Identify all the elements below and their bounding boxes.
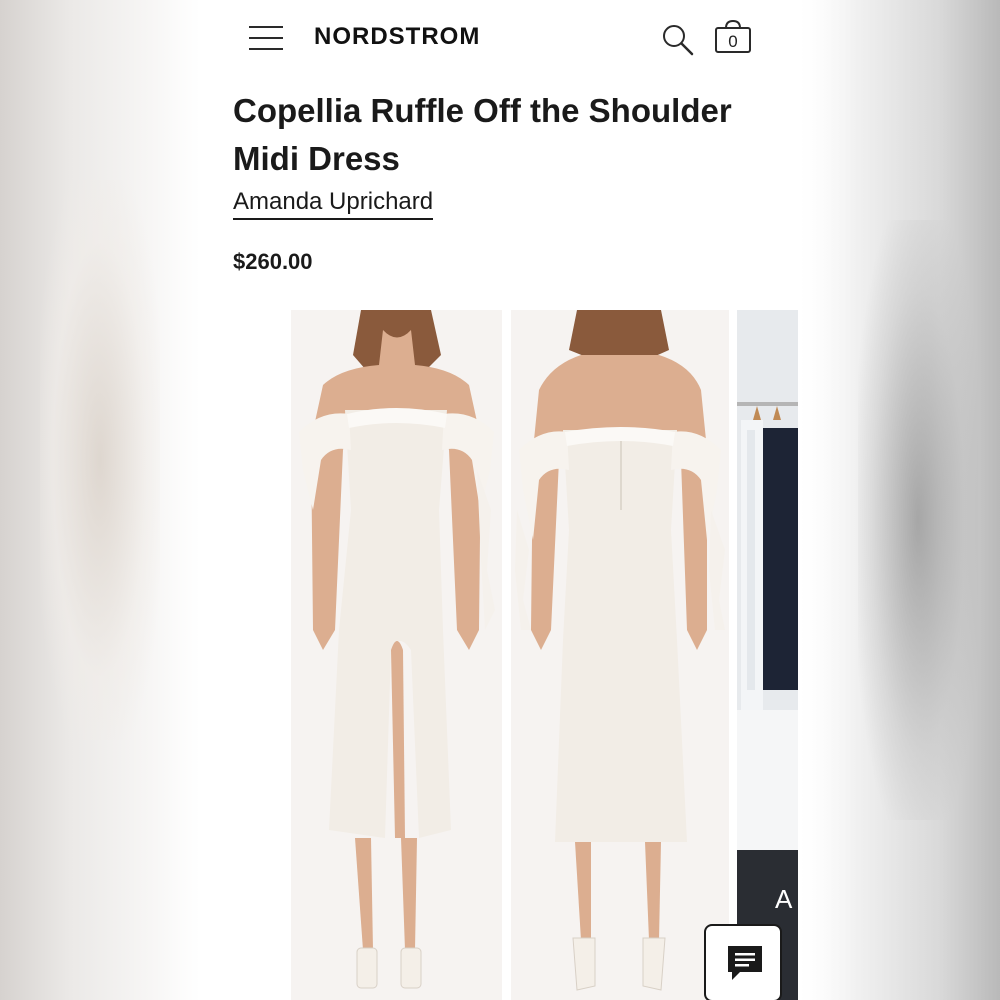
chat-bubble-icon — [728, 946, 762, 980]
hamburger-menu-icon[interactable] — [249, 24, 283, 52]
product-price: $260.00 — [233, 249, 313, 274]
chat-button[interactable] — [704, 924, 782, 1000]
search-icon[interactable] — [660, 22, 696, 58]
dress-front-photo[interactable] — [291, 310, 502, 1000]
store-sign-peek-text: A — [775, 884, 793, 914]
store-rack-photo[interactable]: A — [737, 310, 798, 1000]
blurred-background-left — [0, 0, 200, 1000]
product-title: Copellia Ruffle Off the Shoulder Midi Dr… — [233, 92, 732, 177]
blurred-background-right — [798, 0, 1000, 1000]
nordstrom-logo[interactable]: NORDSTROM — [314, 23, 480, 51]
brand-link[interactable]: Amanda Uprichard — [233, 188, 434, 220]
product-image-carousel[interactable]: A — [202, 310, 798, 1000]
site-header: NORDSTROM 0 — [202, 0, 798, 76]
bag-count: 0 — [728, 32, 738, 51]
dress-back-photo[interactable] — [511, 310, 729, 1000]
product-page: NORDSTROM 0 Copellia Ruffle Off the Shou… — [202, 0, 798, 1000]
shopping-bag-icon[interactable]: 0 — [713, 18, 753, 58]
